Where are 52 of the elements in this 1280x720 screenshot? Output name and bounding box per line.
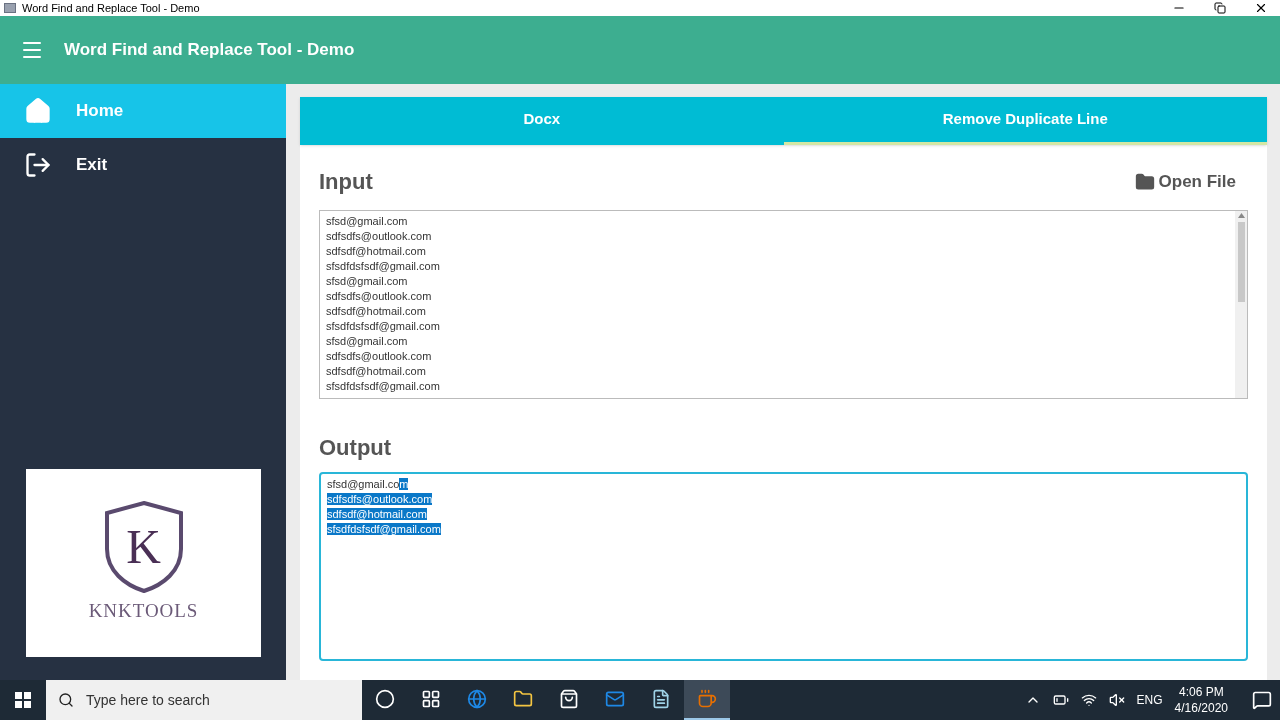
text-line: sdfsdfs@outlook.com (326, 229, 432, 244)
input-heading: Input (319, 168, 373, 196)
output-heading: Output (319, 434, 393, 462)
circle-icon (375, 689, 395, 709)
wifi-icon[interactable] (1080, 692, 1097, 708)
home-icon (24, 97, 52, 125)
scrollbar[interactable] (1235, 211, 1247, 398)
coffee-cup-icon (697, 689, 717, 709)
app-title: Word Find and Replace Tool - Demo (64, 39, 355, 62)
folder-icon (1134, 171, 1155, 192)
close-icon (1254, 1, 1268, 15)
output-textarea[interactable]: sfsd@gmail.com sdfsdfs@outlook.com sdfsdf@hotmail.com sfsdfdsfsdf@gmail.com (319, 472, 1248, 661)
scroll-up-arrow-icon[interactable] (1237, 213, 1245, 218)
language-indicator[interactable]: ENG (1136, 691, 1163, 709)
browser-icon (467, 689, 487, 709)
text-line: sfsd@gmail.com (326, 214, 408, 229)
app-icon (4, 3, 16, 13)
scrollbar-thumb[interactable] (1237, 222, 1245, 302)
sidebar-item[interactable]: Exit (0, 138, 286, 192)
open-file-button[interactable]: Open File (1134, 168, 1236, 195)
muted-speaker-icon[interactable] (1108, 692, 1125, 708)
close-button[interactable] (1254, 1, 1268, 15)
notification-icon[interactable] (1252, 690, 1272, 710)
text-line: sdfsdf@hotmail.com (326, 304, 426, 319)
mail-icon (605, 689, 625, 709)
text-line: sfsd@gmail.com (326, 334, 408, 349)
restore-icon (1214, 2, 1226, 14)
text-line: sdfsdf@hotmail.com (326, 244, 426, 259)
text-line: sfsd@gmail.com (327, 477, 409, 492)
window-title: Word Find and Replace Tool - Demo (22, 2, 200, 14)
logo-text: KNKTOOLS (88, 598, 199, 623)
clock-time[interactable]: 4:06 PM (1178, 684, 1224, 700)
text-line: sfsdfdsfsdf@gmail.com (326, 259, 440, 274)
text-line: sdfsdfs@outlook.com (326, 289, 432, 304)
text-line: sfsd@gmail.com (326, 274, 408, 289)
text-line: sfsdfdsfsdf@gmail.com (326, 319, 440, 334)
task-view-icon (421, 689, 441, 709)
text-line: sdfsdf@hotmail.com (326, 364, 426, 379)
input-textarea[interactable] (319, 210, 1248, 399)
text-line: sdfsdfs@outlook.com (326, 349, 432, 364)
exit-icon (24, 151, 52, 179)
notepad-icon (651, 689, 671, 709)
folder-icon (513, 689, 533, 709)
restore-button[interactable] (1214, 2, 1226, 14)
windows-logo-icon (15, 692, 31, 708)
text-line: sfsdfdsfsdf@gmail.com (326, 379, 440, 394)
search-icon (58, 692, 74, 708)
battery-icon[interactable] (1052, 692, 1069, 708)
clock-date[interactable]: 4/16/2020 (1174, 700, 1228, 716)
shield-logo: K (102, 500, 185, 593)
taskbar-search-field[interactable]: Type here to search (46, 680, 362, 720)
shopping-bag-icon (559, 689, 579, 709)
